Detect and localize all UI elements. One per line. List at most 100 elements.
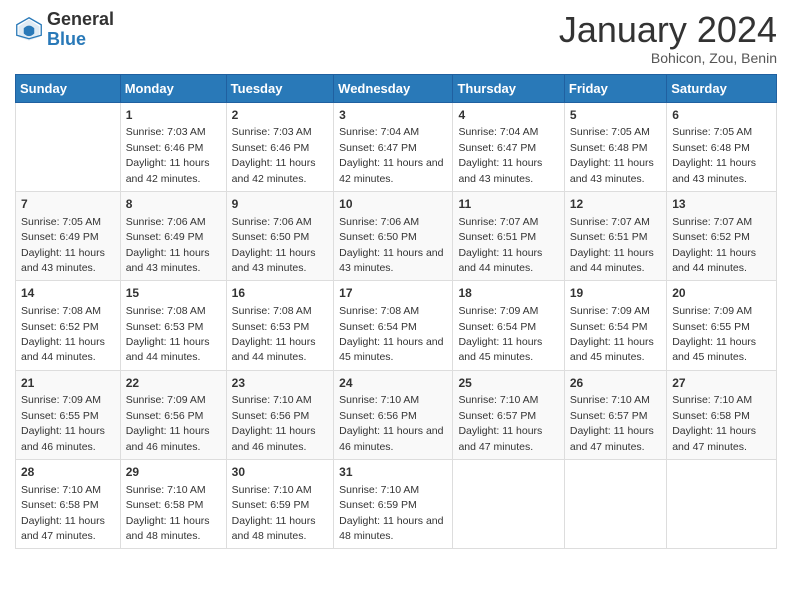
- calendar-cell: 21Sunrise: 7:09 AMSunset: 6:55 PMDayligh…: [16, 370, 121, 459]
- logo-icon: [15, 16, 43, 44]
- day-number: 7: [21, 196, 115, 213]
- sunrise-text: Sunrise: 7:06 AMSunset: 6:50 PMDaylight:…: [339, 216, 443, 274]
- calendar-header-thursday: Thursday: [453, 74, 564, 102]
- calendar-cell: 30Sunrise: 7:10 AMSunset: 6:59 PMDayligh…: [226, 460, 334, 549]
- day-number: 24: [339, 375, 447, 392]
- day-number: 15: [126, 285, 221, 302]
- calendar-cell: [453, 460, 564, 549]
- calendar-cell: 8 Sunrise: 7:06 AMSunset: 6:49 PMDaylight…: [120, 191, 226, 280]
- calendar-cell: [564, 460, 666, 549]
- logo-text: General Blue: [47, 10, 114, 50]
- day-number: 31: [339, 464, 447, 481]
- calendar-cell: 26 Sunrise: 7:10 AMSunset: 6:57 PMDayligh…: [564, 370, 666, 459]
- calendar-cell: 20Sunrise: 7:09 AMSunset: 6:55 PMDayligh…: [667, 281, 777, 370]
- calendar-cell: 6 Sunrise: 7:05 AMSunset: 6:48 PMDaylight…: [667, 102, 777, 191]
- calendar-week-row: 7 Sunrise: 7:05 AMSunset: 6:49 PMDaylight…: [16, 191, 777, 280]
- day-number: 12: [570, 196, 661, 213]
- day-number: 13: [672, 196, 771, 213]
- day-number: 18: [458, 285, 558, 302]
- sunrise-text: Sunrise: 7:06 AMSunset: 6:50 PMDaylight:…: [232, 216, 316, 274]
- calendar-cell: 18 Sunrise: 7:09 AMSunset: 6:54 PMDayligh…: [453, 281, 564, 370]
- day-number: 8: [126, 196, 221, 213]
- calendar-cell: 17Sunrise: 7:08 AMSunset: 6:54 PMDayligh…: [334, 281, 453, 370]
- calendar-header-wednesday: Wednesday: [334, 74, 453, 102]
- sunrise-text: Sunrise: 7:04 AMSunset: 6:47 PMDaylight:…: [458, 126, 542, 184]
- day-number: 1: [126, 107, 221, 124]
- calendar-week-row: 28Sunrise: 7:10 AMSunset: 6:58 PMDayligh…: [16, 460, 777, 549]
- day-number: 29: [126, 464, 221, 481]
- calendar-header-sunday: Sunday: [16, 74, 121, 102]
- day-number: 19: [570, 285, 661, 302]
- sunrise-text: Sunrise: 7:10 AMSunset: 6:58 PMDaylight:…: [672, 394, 756, 452]
- sunrise-text: Sunrise: 7:05 AMSunset: 6:48 PMDaylight:…: [672, 126, 756, 184]
- day-number: 30: [232, 464, 329, 481]
- calendar-cell: 16 Sunrise: 7:08 AMSunset: 6:53 PMDayligh…: [226, 281, 334, 370]
- day-number: 3: [339, 107, 447, 124]
- day-number: 5: [570, 107, 661, 124]
- day-number: 27: [672, 375, 771, 392]
- logo-blue: Blue: [47, 30, 114, 50]
- day-number: 26: [570, 375, 661, 392]
- sunrise-text: Sunrise: 7:10 AMSunset: 6:59 PMDaylight:…: [339, 484, 443, 542]
- sunrise-text: Sunrise: 7:10 AMSunset: 6:57 PMDaylight:…: [570, 394, 654, 452]
- calendar-cell: [16, 102, 121, 191]
- sunrise-text: Sunrise: 7:05 AMSunset: 6:49 PMDaylight:…: [21, 216, 105, 274]
- location-title: Bohicon, Zou, Benin: [559, 50, 777, 66]
- calendar-cell: 27 Sunrise: 7:10 AMSunset: 6:58 PMDayligh…: [667, 370, 777, 459]
- sunrise-text: Sunrise: 7:07 AMSunset: 6:51 PMDaylight:…: [570, 216, 654, 274]
- sunrise-text: Sunrise: 7:10 AMSunset: 6:56 PMDaylight:…: [339, 394, 443, 452]
- day-number: 17: [339, 285, 447, 302]
- title-block: January 2024 Bohicon, Zou, Benin: [559, 10, 777, 66]
- calendar-cell: 22Sunrise: 7:09 AMSunset: 6:56 PMDayligh…: [120, 370, 226, 459]
- day-number: 23: [232, 375, 329, 392]
- calendar-cell: 2 Sunrise: 7:03 AMSunset: 6:46 PMDaylight…: [226, 102, 334, 191]
- calendar-cell: 7 Sunrise: 7:05 AMSunset: 6:49 PMDaylight…: [16, 191, 121, 280]
- sunrise-text: Sunrise: 7:08 AMSunset: 6:52 PMDaylight:…: [21, 305, 105, 363]
- calendar-header-saturday: Saturday: [667, 74, 777, 102]
- calendar-cell: 10 Sunrise: 7:06 AMSunset: 6:50 PMDayligh…: [334, 191, 453, 280]
- calendar-cell: 4Sunrise: 7:04 AMSunset: 6:47 PMDaylight…: [453, 102, 564, 191]
- sunrise-text: Sunrise: 7:03 AMSunset: 6:46 PMDaylight:…: [126, 126, 210, 184]
- day-number: 25: [458, 375, 558, 392]
- sunrise-text: Sunrise: 7:09 AMSunset: 6:54 PMDaylight:…: [458, 305, 542, 363]
- sunrise-text: Sunrise: 7:07 AMSunset: 6:52 PMDaylight:…: [672, 216, 756, 274]
- logo: General Blue: [15, 10, 114, 50]
- calendar-header-tuesday: Tuesday: [226, 74, 334, 102]
- day-number: 16: [232, 285, 329, 302]
- sunrise-text: Sunrise: 7:05 AMSunset: 6:48 PMDaylight:…: [570, 126, 654, 184]
- calendar-week-row: 14 Sunrise: 7:08 AMSunset: 6:52 PMDayligh…: [16, 281, 777, 370]
- sunrise-text: Sunrise: 7:10 AMSunset: 6:58 PMDaylight:…: [126, 484, 210, 542]
- sunrise-text: Sunrise: 7:03 AMSunset: 6:46 PMDaylight:…: [232, 126, 316, 184]
- sunrise-text: Sunrise: 7:09 AMSunset: 6:56 PMDaylight:…: [126, 394, 210, 452]
- sunrise-text: Sunrise: 7:08 AMSunset: 6:53 PMDaylight:…: [126, 305, 210, 363]
- calendar-cell: 12 Sunrise: 7:07 AMSunset: 6:51 PMDayligh…: [564, 191, 666, 280]
- calendar-header-row: SundayMondayTuesdayWednesdayThursdayFrid…: [16, 74, 777, 102]
- sunrise-text: Sunrise: 7:04 AMSunset: 6:47 PMDaylight:…: [339, 126, 443, 184]
- calendar-week-row: 1 Sunrise: 7:03 AMSunset: 6:46 PMDaylight…: [16, 102, 777, 191]
- day-number: 9: [232, 196, 329, 213]
- day-number: 21: [21, 375, 115, 392]
- sunrise-text: Sunrise: 7:08 AMSunset: 6:53 PMDaylight:…: [232, 305, 316, 363]
- calendar-header-monday: Monday: [120, 74, 226, 102]
- day-number: 11: [458, 196, 558, 213]
- sunrise-text: Sunrise: 7:06 AMSunset: 6:49 PMDaylight:…: [126, 216, 210, 274]
- calendar-cell: 3 Sunrise: 7:04 AMSunset: 6:47 PMDaylight…: [334, 102, 453, 191]
- month-title: January 2024: [559, 10, 777, 50]
- calendar-cell: 11 Sunrise: 7:07 AMSunset: 6:51 PMDayligh…: [453, 191, 564, 280]
- logo-general: General: [47, 10, 114, 30]
- day-number: 2: [232, 107, 329, 124]
- calendar-cell: 19Sunrise: 7:09 AMSunset: 6:54 PMDayligh…: [564, 281, 666, 370]
- sunrise-text: Sunrise: 7:10 AMSunset: 6:57 PMDaylight:…: [458, 394, 542, 452]
- calendar-header-friday: Friday: [564, 74, 666, 102]
- calendar-cell: 13 Sunrise: 7:07 AMSunset: 6:52 PMDayligh…: [667, 191, 777, 280]
- page-header: General Blue January 2024 Bohicon, Zou, …: [15, 10, 777, 66]
- calendar-cell: 24 Sunrise: 7:10 AMSunset: 6:56 PMDayligh…: [334, 370, 453, 459]
- day-number: 10: [339, 196, 447, 213]
- day-number: 6: [672, 107, 771, 124]
- calendar-cell: 9 Sunrise: 7:06 AMSunset: 6:50 PMDaylight…: [226, 191, 334, 280]
- calendar-table: SundayMondayTuesdayWednesdayThursdayFrid…: [15, 74, 777, 550]
- sunrise-text: Sunrise: 7:09 AMSunset: 6:55 PMDaylight:…: [672, 305, 756, 363]
- calendar-cell: 25 Sunrise: 7:10 AMSunset: 6:57 PMDayligh…: [453, 370, 564, 459]
- sunrise-text: Sunrise: 7:07 AMSunset: 6:51 PMDaylight:…: [458, 216, 542, 274]
- day-number: 14: [21, 285, 115, 302]
